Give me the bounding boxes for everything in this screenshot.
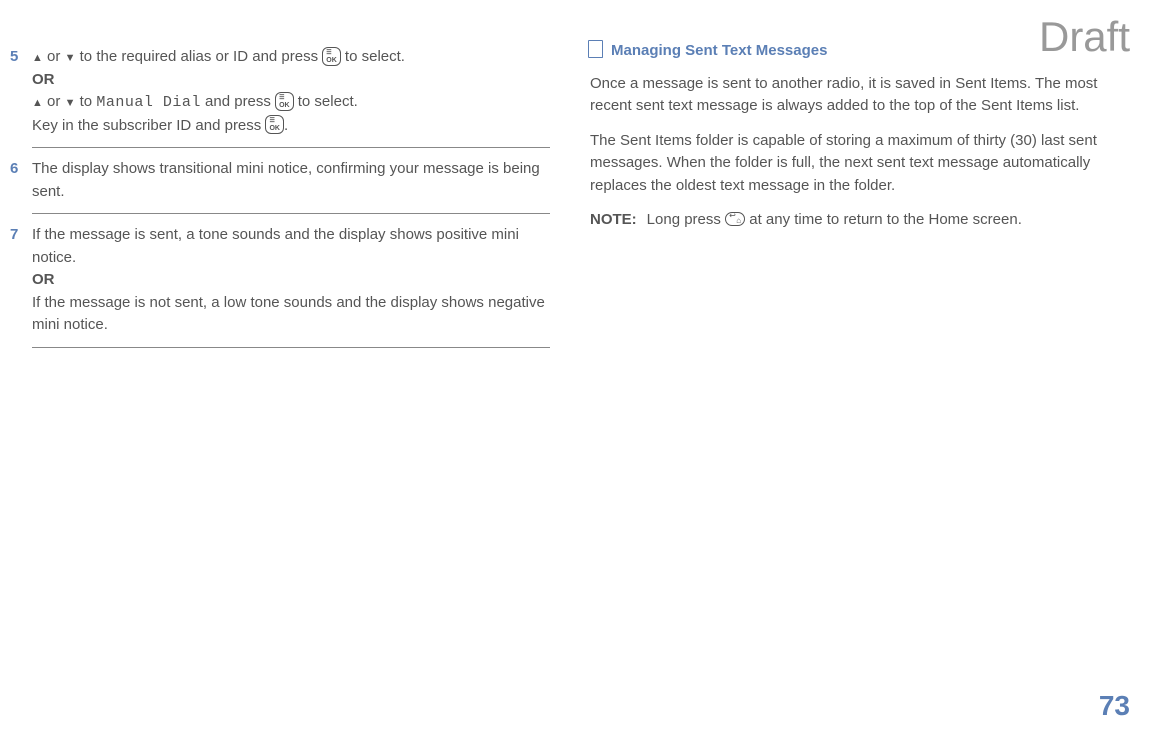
document-icon xyxy=(590,42,603,58)
step-5: 5 or to the required alias or ID and pre… xyxy=(10,40,550,143)
text: . xyxy=(284,117,288,134)
text: to select. xyxy=(341,48,405,65)
text: Long press xyxy=(647,211,725,228)
back-home-button-icon xyxy=(725,212,745,226)
text: If the message is sent, a tone sounds an… xyxy=(32,226,519,266)
step-body: or to the required alias or ID and press… xyxy=(32,46,550,137)
step-7: 7 If the message is sent, a tone sounds … xyxy=(10,218,550,343)
menu-option-text: Manual Dial xyxy=(96,94,201,111)
step-body: If the message is sent, a tone sounds an… xyxy=(32,224,550,337)
watermark: Draft xyxy=(1039,5,1130,68)
ok-button-icon: ☰OK xyxy=(265,115,284,134)
note-body: Long press at any time to return to the … xyxy=(647,209,1130,232)
page-content: 5 or to the required alias or ID and pre… xyxy=(0,0,1160,352)
up-arrow-icon xyxy=(32,46,43,69)
ok-button-icon: ☰OK xyxy=(322,47,341,66)
step-number: 7 xyxy=(10,224,24,337)
note-label: NOTE: xyxy=(590,209,637,232)
text: and press xyxy=(201,93,275,110)
down-arrow-icon xyxy=(65,91,76,114)
up-arrow-icon xyxy=(32,91,43,114)
divider xyxy=(32,347,550,348)
text: or xyxy=(43,48,65,65)
step-body: The display shows transitional mini noti… xyxy=(32,158,550,203)
divider xyxy=(32,213,550,214)
step-6: 6 The display shows transitional mini no… xyxy=(10,152,550,209)
or-label: OR xyxy=(32,71,55,88)
left-column: 5 or to the required alias or ID and pre… xyxy=(10,40,550,352)
ok-button-icon: ☰OK xyxy=(275,92,294,111)
step-number: 5 xyxy=(10,46,24,137)
text: to select. xyxy=(294,93,358,110)
right-column: Managing Sent Text Messages Once a messa… xyxy=(590,40,1130,352)
text: to the required alias or ID and press xyxy=(75,48,322,65)
paragraph: Once a message is sent to another radio,… xyxy=(590,73,1130,118)
text: Key in the subscriber ID and press xyxy=(32,117,265,134)
text: or xyxy=(43,93,65,110)
or-label: OR xyxy=(32,271,55,288)
note: NOTE: Long press at any time to return t… xyxy=(590,209,1130,232)
page-number: 73 xyxy=(1099,685,1130,727)
text: If the message is not sent, a low tone s… xyxy=(32,294,545,334)
step-number: 6 xyxy=(10,158,24,203)
down-arrow-icon xyxy=(65,46,76,69)
text: to xyxy=(75,93,96,110)
text: The display shows transitional mini noti… xyxy=(32,160,540,200)
divider xyxy=(32,147,550,148)
paragraph: The Sent Items folder is capable of stor… xyxy=(590,130,1130,198)
heading-text: Managing Sent Text Messages xyxy=(611,40,827,63)
text: at any time to return to the Home screen… xyxy=(745,211,1022,228)
